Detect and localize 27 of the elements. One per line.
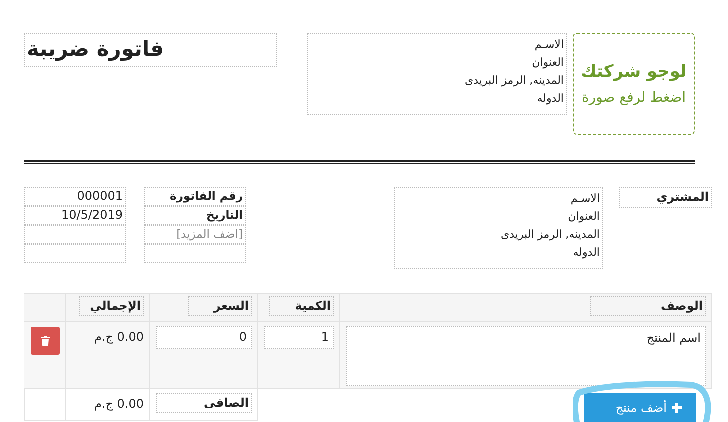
totals-value: 0.00 ج.م (94, 396, 144, 411)
buyer-label: المشتري (619, 187, 712, 208)
meta-value-field[interactable]: 10/5/2019 (24, 206, 126, 225)
price-field[interactable]: 0 (156, 326, 252, 349)
meta-label: التاريخ (144, 206, 246, 225)
plus-icon (672, 403, 682, 413)
column-header: السعر (188, 296, 252, 316)
column-header: الكمية (269, 296, 334, 316)
delete-button[interactable] (30, 327, 60, 355)
column-header: الإجمالي (79, 296, 144, 316)
buyer-address-field[interactable]: الاسـم العنوان المدينه, الرمز البريدى الدوله (394, 187, 603, 269)
input-field[interactable] (24, 244, 126, 263)
totals-label: الصافى (156, 393, 252, 413)
description-field[interactable]: اسم المنتج (346, 326, 706, 386)
column-header: الوصف (590, 296, 706, 316)
input-field[interactable] (24, 225, 126, 244)
meta-value-field[interactable]: 000001 (24, 187, 126, 206)
quantity-field[interactable]: 1 (264, 326, 334, 349)
input-field[interactable] (144, 244, 246, 263)
trash-icon (40, 336, 50, 346)
invoice-title[interactable]: فاتورة ضريبة (24, 33, 277, 67)
add-more-link[interactable]: [اضف المزيد] (144, 225, 246, 244)
company-address-field[interactable]: الاسـم العنوان المدينه, الرمز البريدى الدوله (307, 33, 567, 115)
logo-hint: اضغط لرفع صورة (582, 90, 686, 106)
logo-title: لوجو شركتك (581, 62, 687, 82)
meta-label: رقم الفاتورة (144, 187, 246, 206)
line-total: 0.00 ج.م (94, 329, 144, 344)
